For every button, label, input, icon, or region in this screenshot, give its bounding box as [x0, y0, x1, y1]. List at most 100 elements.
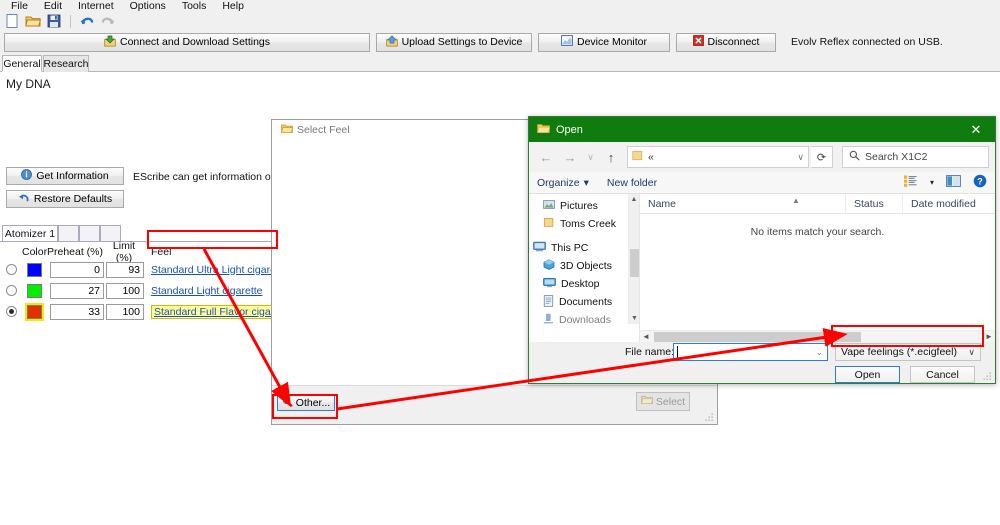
open-dialog-command-bar: Organize ▾ New folder ▾ [529, 172, 995, 194]
resize-grip-icon[interactable] [983, 372, 992, 381]
tab-research[interactable]: Research [43, 55, 89, 72]
limit-input-3[interactable]: 100 [106, 304, 144, 320]
connection-status-text: Evolv Reflex connected on USB. [791, 36, 943, 48]
column-header-status[interactable]: Status [846, 194, 903, 214]
chevron-down-icon[interactable]: ⌄ [815, 347, 823, 358]
help-icon[interactable]: ? [973, 174, 987, 191]
menu-item-help[interactable]: Help [214, 0, 252, 12]
address-bar[interactable]: « ∨ [627, 146, 809, 168]
preheat-input-2[interactable]: 27 [50, 283, 104, 299]
restore-defaults-label: Restore Defaults [34, 193, 112, 205]
sidebar-item-toms-creek[interactable]: Toms Creek [529, 215, 639, 233]
pictures-icon [543, 199, 555, 213]
file-name-label: File name: [625, 346, 674, 358]
scroll-right-icon[interactable]: ► [983, 332, 995, 341]
new-folder-button[interactable]: New folder [607, 177, 657, 189]
limit-input-2[interactable]: 100 [106, 283, 144, 299]
disconnect-button[interactable]: Disconnect [676, 33, 776, 52]
tab-general[interactable]: General [2, 55, 42, 72]
limit-input-1[interactable]: 93 [106, 262, 144, 278]
menu-item-file[interactable]: File [3, 0, 36, 12]
row-color-swatch-2[interactable] [22, 284, 46, 298]
file-name-input[interactable]: ⌄ [673, 343, 828, 361]
feel-link-2[interactable]: Standard Light cigarette [151, 285, 263, 297]
forward-icon[interactable]: → [559, 146, 581, 168]
preheat-input-3[interactable]: 33 [50, 304, 104, 320]
search-input[interactable]: Search X1C2 [842, 146, 989, 168]
view-list-icon[interactable] [904, 175, 918, 190]
get-information-label: Get Information [36, 170, 108, 182]
tab-atomizer-3[interactable] [79, 225, 100, 241]
scroll-left-icon[interactable]: ◄ [640, 332, 652, 341]
open-dialog-footer: File name: ⌄ Vape feelings (*.ecigfeel) … [529, 342, 995, 383]
folder-icon [281, 123, 293, 137]
disconnect-icon [693, 35, 704, 49]
menu-item-options[interactable]: Options [122, 0, 174, 12]
row-color-swatch-3[interactable] [22, 305, 46, 319]
refresh-icon[interactable]: ⟳ [811, 146, 833, 168]
recent-locations-icon[interactable]: ∨ [583, 146, 598, 168]
get-information-button[interactable]: Get Information [6, 167, 124, 185]
downloads-icon [543, 313, 554, 327]
menu-item-edit[interactable]: Edit [36, 0, 70, 12]
save-disk-icon[interactable] [46, 13, 62, 29]
sidebar-item-this-pc[interactable]: This PC [529, 239, 639, 257]
sidebar-item-pictures[interactable]: Pictures [529, 197, 639, 215]
folder-icon [543, 217, 555, 231]
back-icon[interactable]: ← [535, 146, 557, 168]
svg-text:?: ? [977, 176, 983, 186]
sidebar-item-3d-objects[interactable]: 3D Objects [529, 257, 639, 275]
table-row: 33 100 Standard Full Flavor cigarette [0, 301, 295, 322]
chevron-down-icon: ∨ [968, 347, 975, 358]
cancel-button[interactable]: Cancel [910, 366, 975, 383]
tab-atomizer-2[interactable] [58, 225, 79, 241]
sidebar-label: Toms Creek [560, 218, 616, 230]
column-header-date-modified[interactable]: Date modified [903, 194, 989, 214]
device-monitor-button[interactable]: Device Monitor [538, 33, 670, 52]
organize-button[interactable]: Organize ▾ [537, 177, 589, 189]
scrollbar-thumb[interactable] [630, 249, 639, 277]
preheat-input-1[interactable]: 0 [50, 262, 104, 278]
sidebar-item-documents[interactable]: Documents [529, 293, 639, 311]
table-row: 27 100 Standard Light cigarette [0, 280, 295, 301]
row-feel-cell-1: Standard Ultra Light cigarette [144, 264, 288, 276]
column-header-name[interactable]: Name [640, 194, 846, 214]
row-color-swatch-1[interactable] [22, 263, 46, 277]
scrollbar-thumb[interactable] [654, 332, 861, 342]
feel-link-1[interactable]: Standard Ultra Light cigarette [151, 264, 288, 276]
chevron-down-icon[interactable]: ∨ [797, 152, 804, 163]
scroll-up-icon[interactable]: ▲ [629, 194, 639, 205]
tab-atomizer-1[interactable]: Atomizer 1 [2, 225, 58, 241]
device-monitor-label: Device Monitor [577, 36, 647, 48]
menu-item-tools[interactable]: Tools [174, 0, 215, 12]
table-row: 0 93 Standard Ultra Light cigarette [0, 259, 295, 280]
sidebar-item-downloads[interactable]: Downloads [529, 311, 639, 329]
undo-icon[interactable] [79, 13, 95, 29]
open-button[interactable]: Open [835, 366, 900, 383]
monitor-icon [561, 35, 573, 49]
file-list-header: Name Status Date modified ▲ [640, 194, 995, 214]
highlight-feel-link [147, 230, 278, 249]
connect-and-download-settings-button[interactable]: Connect and Download Settings [4, 33, 370, 52]
new-document-icon[interactable] [4, 13, 20, 29]
row-select-radio-1[interactable] [0, 264, 22, 275]
open-dialog-main: Pictures Toms Creek [529, 194, 995, 342]
chevron-down-icon[interactable]: ▾ [930, 178, 934, 187]
open-dialog-title-bar: Open ✕ [529, 117, 995, 142]
navigation-pane-scrollbar[interactable]: ▲ ▼ [628, 194, 639, 324]
menu-item-internet[interactable]: Internet [70, 0, 122, 12]
tab-atomizer-4[interactable] [100, 225, 121, 241]
restore-defaults-button[interactable]: Restore Defaults [6, 190, 124, 208]
sidebar-item-desktop[interactable]: Desktop [529, 275, 639, 293]
open-folder-icon[interactable] [25, 13, 41, 29]
scroll-down-icon[interactable]: ▼ [629, 313, 639, 324]
row-feel-cell-2: Standard Light cigarette [144, 285, 263, 297]
close-icon[interactable]: ✕ [957, 117, 995, 142]
preview-pane-icon[interactable] [946, 175, 961, 190]
row-select-radio-3[interactable] [0, 306, 22, 317]
upload-settings-to-device-button[interactable]: Upload Settings to Device [376, 33, 532, 52]
text-caret [677, 346, 678, 358]
row-select-radio-2[interactable] [0, 285, 22, 296]
resize-grip-icon[interactable] [705, 413, 714, 422]
up-icon[interactable]: ↑ [600, 146, 622, 168]
